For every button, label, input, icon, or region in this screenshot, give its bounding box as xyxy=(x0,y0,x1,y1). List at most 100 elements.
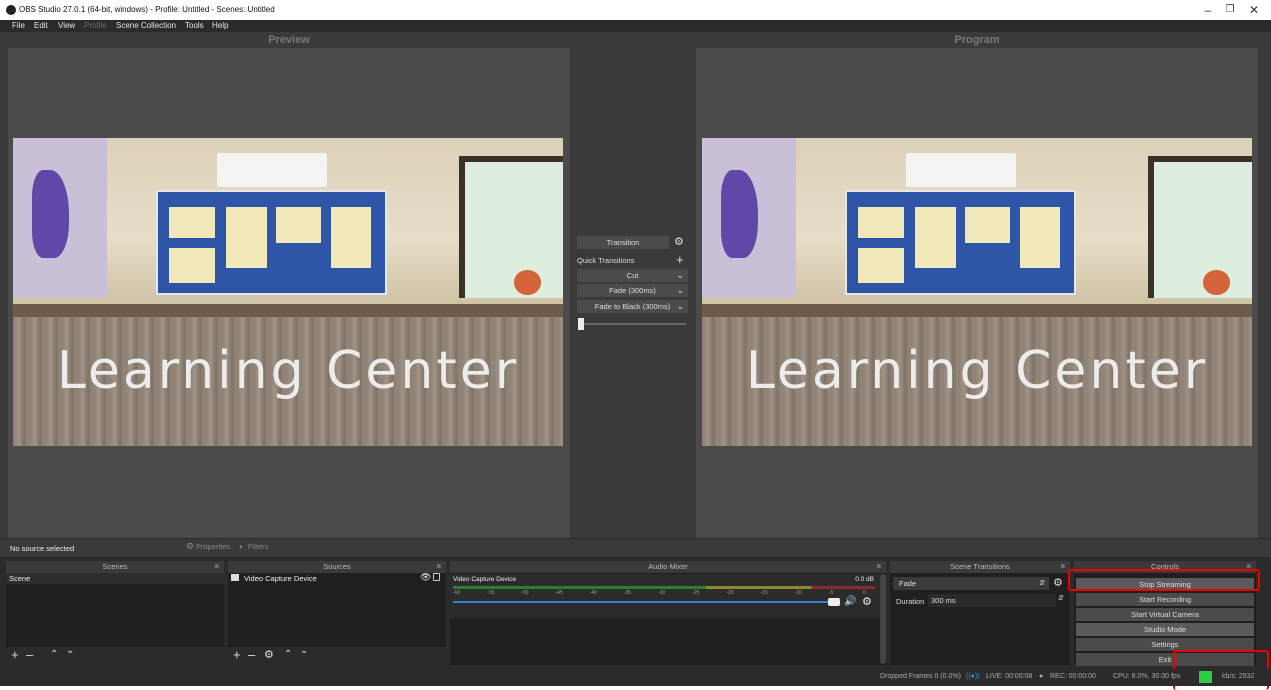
properties-button[interactable]: Properties xyxy=(196,542,230,551)
sources-toolbar: + – ⚙ ⌃ ⌄ xyxy=(228,645,446,665)
program-label: Program xyxy=(954,34,1000,46)
remove-source-icon[interactable]: – xyxy=(248,647,255,662)
transition-select-value: Fade xyxy=(899,579,917,588)
dock-float-icon[interactable]: ⧈ xyxy=(215,561,219,573)
status-bar: Dropped Frames 0 (0.0%) ((●)) LIVE: 00:0… xyxy=(0,669,1271,686)
live-icon: ((●)) xyxy=(966,673,980,680)
quick-transition-fade[interactable]: Fade (300ms) ⌄ xyxy=(577,284,688,297)
volume-scale-tick: -35 xyxy=(623,590,632,596)
volume-scale-tick: -15 xyxy=(760,590,768,596)
chevron-down-icon[interactable]: ⌄ xyxy=(676,300,684,313)
source-name: Video Capture Device xyxy=(244,574,317,583)
dropped-frames-status: Dropped Frames 0 (0.0%) xyxy=(880,673,961,680)
rec-icon: ● xyxy=(1039,673,1044,680)
source-properties-gear-icon[interactable]: ⚙ xyxy=(264,648,274,661)
preview-canvas[interactable]: Learning Center xyxy=(8,48,570,538)
menu-edit[interactable]: Edit xyxy=(34,21,48,30)
air-conditioner-image xyxy=(216,153,327,188)
speaker-icon[interactable]: 🔊 xyxy=(844,596,856,607)
menu-profile[interactable]: Profile xyxy=(84,21,107,30)
audio-mixer-dock: Audio Mixer ⧈ Video Capture Device 0.0 d… xyxy=(450,561,886,665)
transition-properties-gear-icon[interactable]: ⚙ xyxy=(1053,576,1063,589)
volume-slider-handle[interactable] xyxy=(828,598,840,606)
source-toolbar: No source selected ⚙ Properties ◐ Filter… xyxy=(0,538,1271,557)
chevron-down-icon[interactable]: ⌄ xyxy=(676,269,684,282)
add-source-icon[interactable]: + xyxy=(233,647,241,662)
menu-scene-collection[interactable]: Scene Collection xyxy=(116,21,176,30)
scenes-dock-title: Scenes xyxy=(102,562,128,571)
dock-float-icon[interactable]: ⧈ xyxy=(877,561,881,573)
move-scene-down-icon[interactable]: ⌄ xyxy=(66,645,74,656)
menu-view[interactable]: View xyxy=(58,21,75,30)
volume-scale-tick: -55 xyxy=(487,590,495,596)
transition-settings-gear-icon[interactable]: ⚙ xyxy=(674,235,684,248)
volume-scale: -60 -55 -50 -45 -40 -35 -30 -25 -20 -15 -10 -5 0 xyxy=(453,590,875,598)
chevron-down-icon[interactable]: ⌄ xyxy=(676,284,684,297)
air-conditioner-image xyxy=(905,153,1016,188)
scenes-dock-header: Scenes ⧈ xyxy=(6,561,224,573)
cpu-fps-status: CPU: 8.0%, 30.00 fps xyxy=(1113,673,1181,680)
window-title: OBS Studio 27.0.1 (64-bit, windows) - Pr… xyxy=(19,5,275,14)
learning-center-sign: Learning Center xyxy=(745,341,1209,402)
transition-button[interactable]: Transition xyxy=(577,236,669,249)
volume-scale-tick: -30 xyxy=(658,590,666,596)
scene-transitions-dock-title: Scene Transitions xyxy=(950,562,1010,571)
scenes-toolbar: + – ⌃ ⌄ xyxy=(6,645,224,665)
dock-float-icon[interactable]: ⧈ xyxy=(1061,561,1065,573)
add-scene-icon[interactable]: + xyxy=(11,647,19,662)
dock-float-icon[interactable]: ⧈ xyxy=(437,561,441,573)
eye-icon[interactable]: 👁 xyxy=(420,572,431,583)
filters-button[interactable]: Filters xyxy=(248,542,268,551)
start-virtual-camera-button[interactable]: Start Virtual Camera xyxy=(1076,608,1254,621)
close-icon[interactable]: ✕ xyxy=(1242,3,1266,17)
move-source-up-icon[interactable]: ⌃ xyxy=(284,649,292,660)
quick-transition-cut[interactable]: Cut ⌄ xyxy=(577,269,688,282)
start-recording-button[interactable]: Start Recording xyxy=(1076,593,1254,606)
preview-video: Learning Center xyxy=(13,138,563,446)
menu-help[interactable]: Help xyxy=(212,21,228,30)
scene-transitions-dock: Scene Transitions ⧈ Fade ⇵ ⚙ Duration 30… xyxy=(890,561,1070,665)
menu-file[interactable]: File xyxy=(12,21,25,30)
duration-value: 300 ms xyxy=(931,596,956,605)
quick-transition-fade-to-black[interactable]: Fade to Black (300ms) ⌄ xyxy=(577,300,688,313)
scene-name: Scene xyxy=(9,574,31,583)
add-quick-transition-icon[interactable]: + xyxy=(676,252,684,267)
gear-icon: ⚙ xyxy=(186,541,195,551)
remove-scene-icon[interactable]: – xyxy=(26,647,33,662)
transition-select[interactable]: Fade ⇵ xyxy=(893,577,1049,590)
flower-image xyxy=(1202,270,1230,296)
lock-icon[interactable] xyxy=(433,573,440,581)
live-time-status: LIVE: 00:00:08 xyxy=(986,673,1033,680)
notice-board-image xyxy=(156,190,387,296)
volume-meter xyxy=(453,586,875,589)
volume-scale-tick: -5 xyxy=(828,590,834,596)
scene-transitions-dock-header: Scene Transitions ⧈ xyxy=(890,561,1070,573)
menu-tools[interactable]: Tools xyxy=(185,21,204,30)
restore-icon[interactable]: ❐ xyxy=(1218,4,1242,15)
scene-list-item[interactable]: Scene xyxy=(6,573,224,584)
wall-map-image xyxy=(702,138,796,299)
bitrate-status: kb/s: 2532 xyxy=(1222,673,1255,680)
chevron-updown-icon: ⇵ xyxy=(1039,580,1045,587)
audio-level-readout: 0.0 dB xyxy=(855,576,874,583)
volume-scale-tick: -25 xyxy=(692,590,700,596)
quick-transition-label: Cut xyxy=(626,271,639,280)
duration-input[interactable]: 300 ms xyxy=(928,594,1056,607)
audio-channel-name: Video Capture Device xyxy=(453,576,517,583)
volume-scale-tick: -45 xyxy=(555,590,563,596)
move-source-down-icon[interactable]: ⌄ xyxy=(300,645,308,656)
duration-label: Duration xyxy=(896,597,925,606)
duration-stepper-icon[interactable]: ⇵ xyxy=(1058,594,1064,602)
move-scene-up-icon[interactable]: ⌃ xyxy=(50,649,58,660)
source-list-item[interactable]: Video Capture Device 👁 xyxy=(228,572,446,584)
volume-scale-tick: -50 xyxy=(521,590,529,596)
flower-image xyxy=(513,270,541,296)
studio-mode-button[interactable]: Studio Mode xyxy=(1076,623,1254,636)
minimize-icon[interactable]: – xyxy=(1196,3,1220,17)
volume-slider-track xyxy=(453,601,838,603)
audio-mixer-scrollbar[interactable] xyxy=(880,574,886,664)
audio-settings-gear-icon[interactable]: ⚙ xyxy=(862,595,872,608)
t-bar-track xyxy=(580,323,686,325)
program-canvas: Learning Center xyxy=(696,48,1258,538)
t-bar-handle[interactable] xyxy=(578,318,584,330)
